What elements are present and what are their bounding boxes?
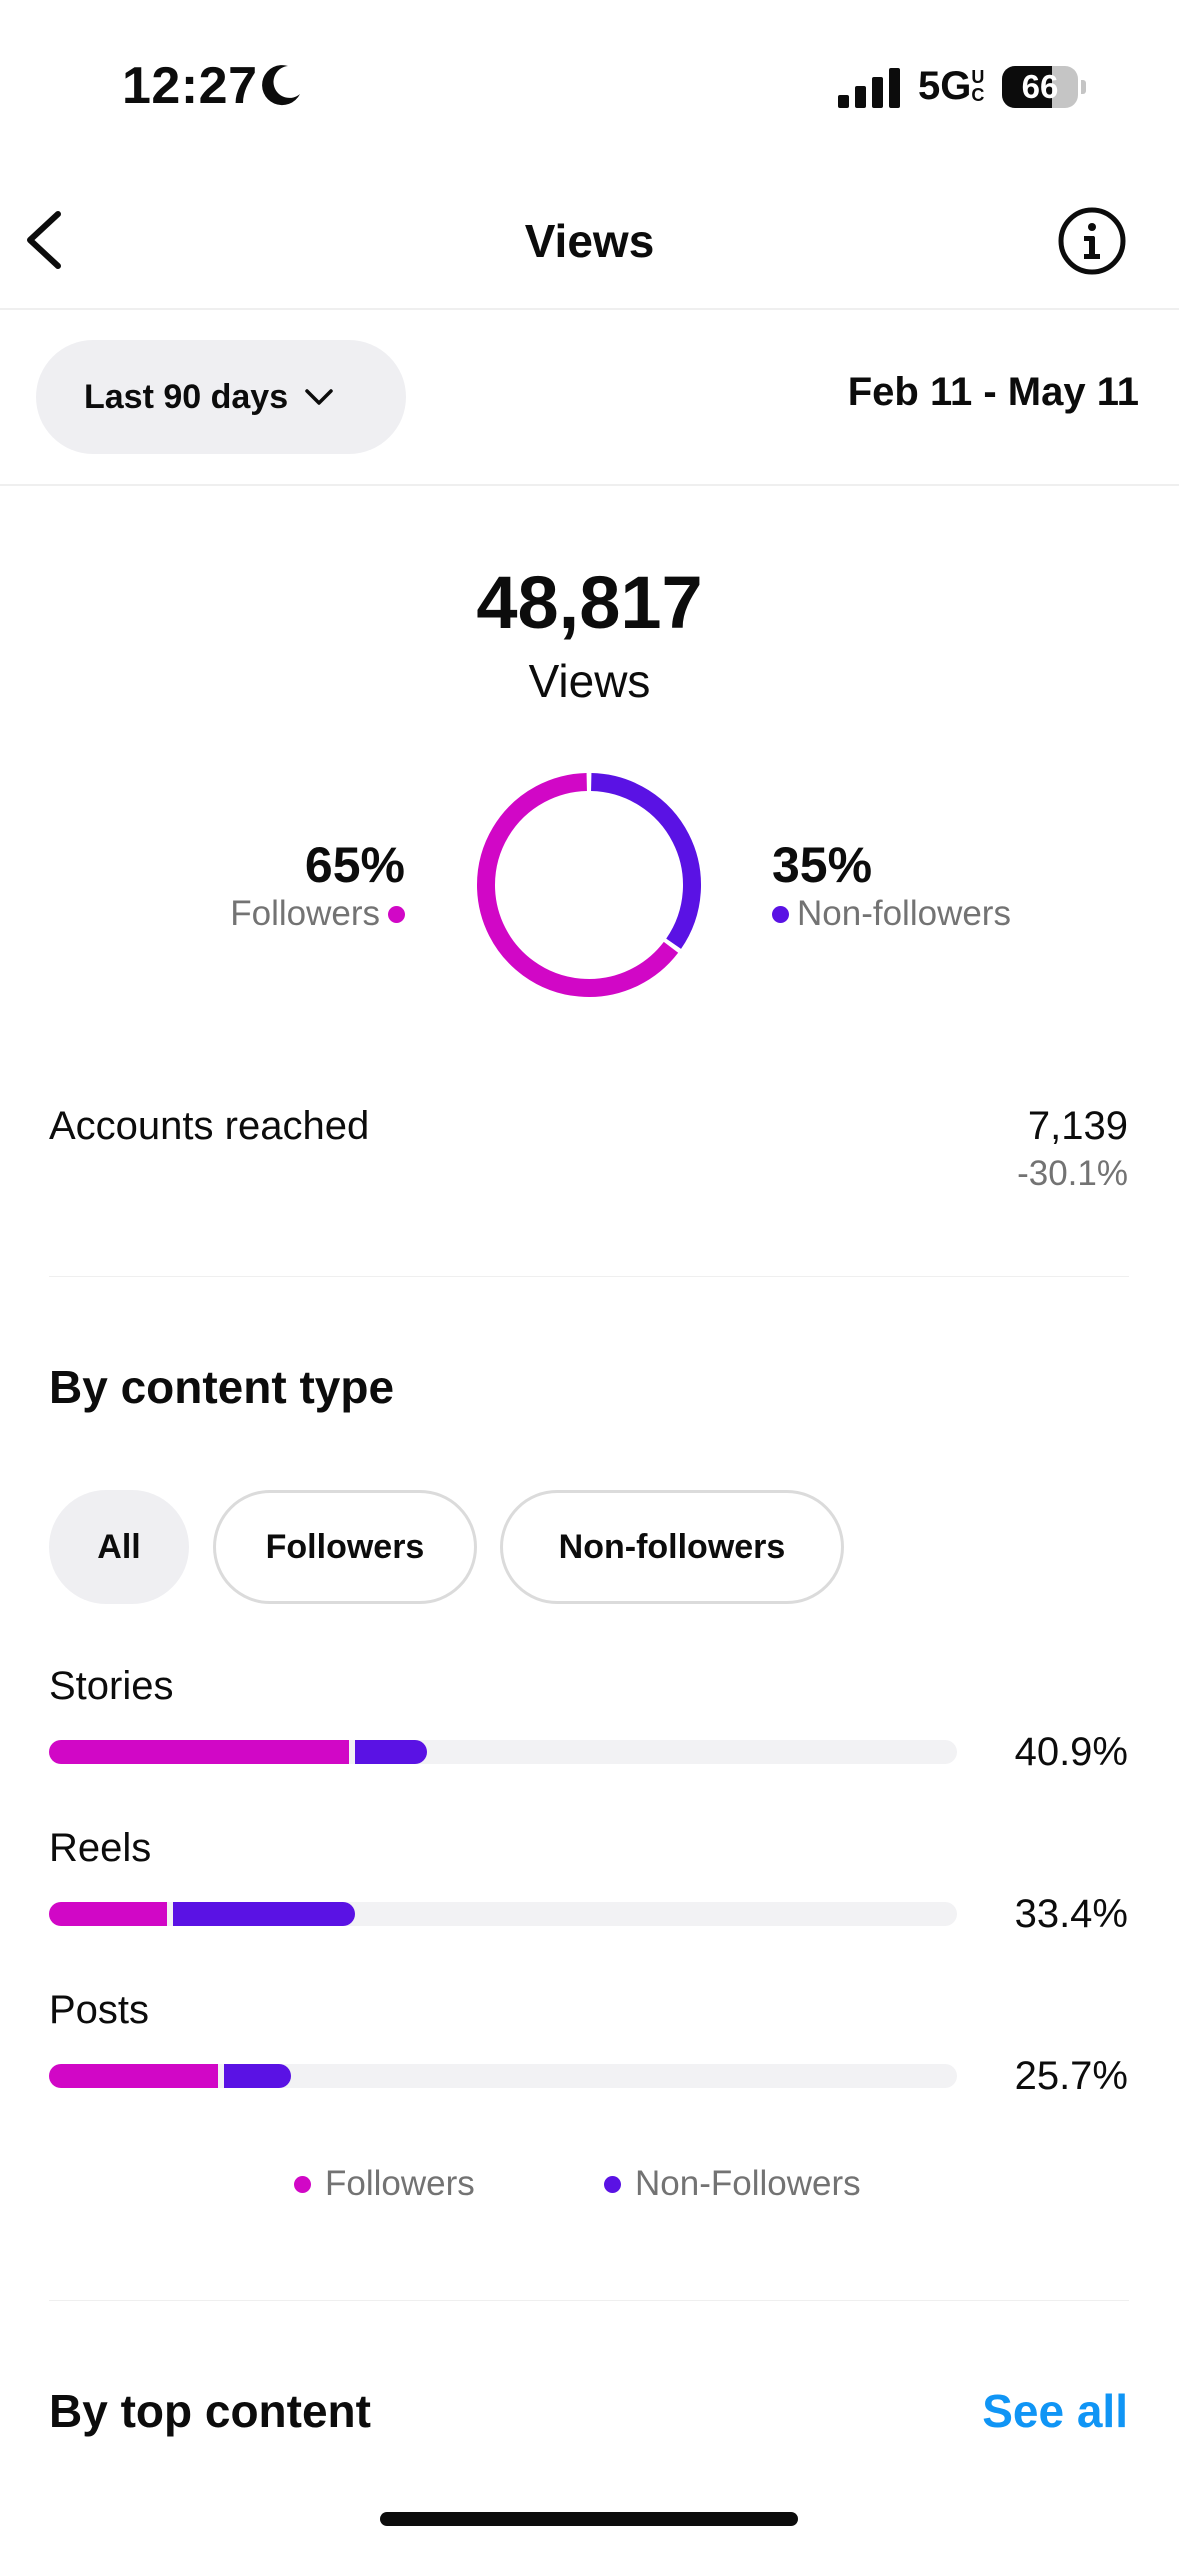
top-content-heading: By top content (49, 2385, 371, 2437)
content-row-percent: 40.9% (1014, 1730, 1128, 1774)
followers-bar-segment (49, 1740, 349, 1764)
followers-arc (477, 773, 679, 997)
followers-dot (294, 2175, 311, 2193)
followers-bar-segment (49, 1902, 168, 1926)
date-range-text: Feb 11 - May 11 (847, 370, 1139, 414)
accounts-reached-label: Accounts reached (49, 1104, 370, 1148)
status-time: 12:27 (122, 57, 258, 115)
info-icon[interactable] (1057, 206, 1127, 276)
non-followers-arc (590, 773, 701, 949)
network-label: 5GUC (918, 64, 987, 109)
page-title: Views (524, 215, 655, 267)
network-suffix: UC (971, 67, 985, 105)
followers-legend-label: Followers (230, 894, 380, 933)
filter-chip-all[interactable]: All (49, 1490, 189, 1604)
date-range-label: Last 90 days (84, 377, 289, 416)
content-bar (49, 1902, 957, 1926)
network-type: 5G (918, 64, 972, 108)
total-views-value: 48,817 (476, 561, 703, 644)
followers-bar-segment (49, 2064, 218, 2088)
views-donut-chart (477, 773, 701, 997)
content-row-percent: 33.4% (1014, 1892, 1128, 1936)
signal-icon (838, 68, 900, 108)
filter-chip-non-followers[interactable]: Non-followers (500, 1490, 844, 1604)
date-range-dropdown[interactable]: Last 90 days (36, 340, 406, 454)
content-type-heading: By content type (49, 1361, 395, 1413)
non-followers-percent: 35% (772, 837, 873, 893)
non-followers-bar-segment (223, 2064, 292, 2088)
content-row-percent: 25.7% (1014, 2054, 1128, 2098)
accounts-reached-change: -30.1% (1017, 1154, 1128, 1193)
non-followers-dot (772, 905, 789, 923)
content-row-label: Reels (49, 1826, 152, 1870)
accounts-reached-value: 7,139 (1027, 1104, 1128, 1148)
battery-icon: 66 (1002, 66, 1086, 108)
content-row-label: Posts (49, 1988, 150, 2032)
battery-level: 66 (1021, 68, 1059, 105)
home-indicator[interactable] (380, 2512, 798, 2526)
followers-dot (388, 905, 405, 923)
moon-icon (262, 65, 300, 106)
total-views-label: Views (528, 655, 651, 707)
bars-legend-followers: Followers (294, 2164, 475, 2204)
range-divider (0, 484, 1179, 486)
see-all-link[interactable]: See all (982, 2384, 1128, 2438)
filter-chip-followers[interactable]: Followers (213, 1490, 477, 1604)
non-followers-dot (604, 2175, 621, 2193)
content-row-label: Stories (49, 1664, 174, 1708)
legend-label: Followers (325, 2164, 475, 2203)
followers-legend: Followers (230, 894, 405, 934)
header-divider (0, 308, 1179, 310)
followers-percent: 65% (304, 837, 405, 893)
bars-legend-non-followers: Non-Followers (604, 2164, 861, 2204)
section-divider (49, 2300, 1129, 2301)
section-divider (49, 1276, 1129, 1277)
legend-label: Non-Followers (635, 2164, 861, 2203)
non-followers-legend: Non-followers (772, 894, 1011, 934)
non-followers-legend-label: Non-followers (797, 894, 1011, 933)
content-bar (49, 1740, 957, 1764)
chevron-down-icon (305, 389, 333, 405)
content-bar (49, 2064, 957, 2088)
non-followers-bar-segment (173, 1902, 355, 1926)
non-followers-bar-segment (354, 1740, 428, 1764)
